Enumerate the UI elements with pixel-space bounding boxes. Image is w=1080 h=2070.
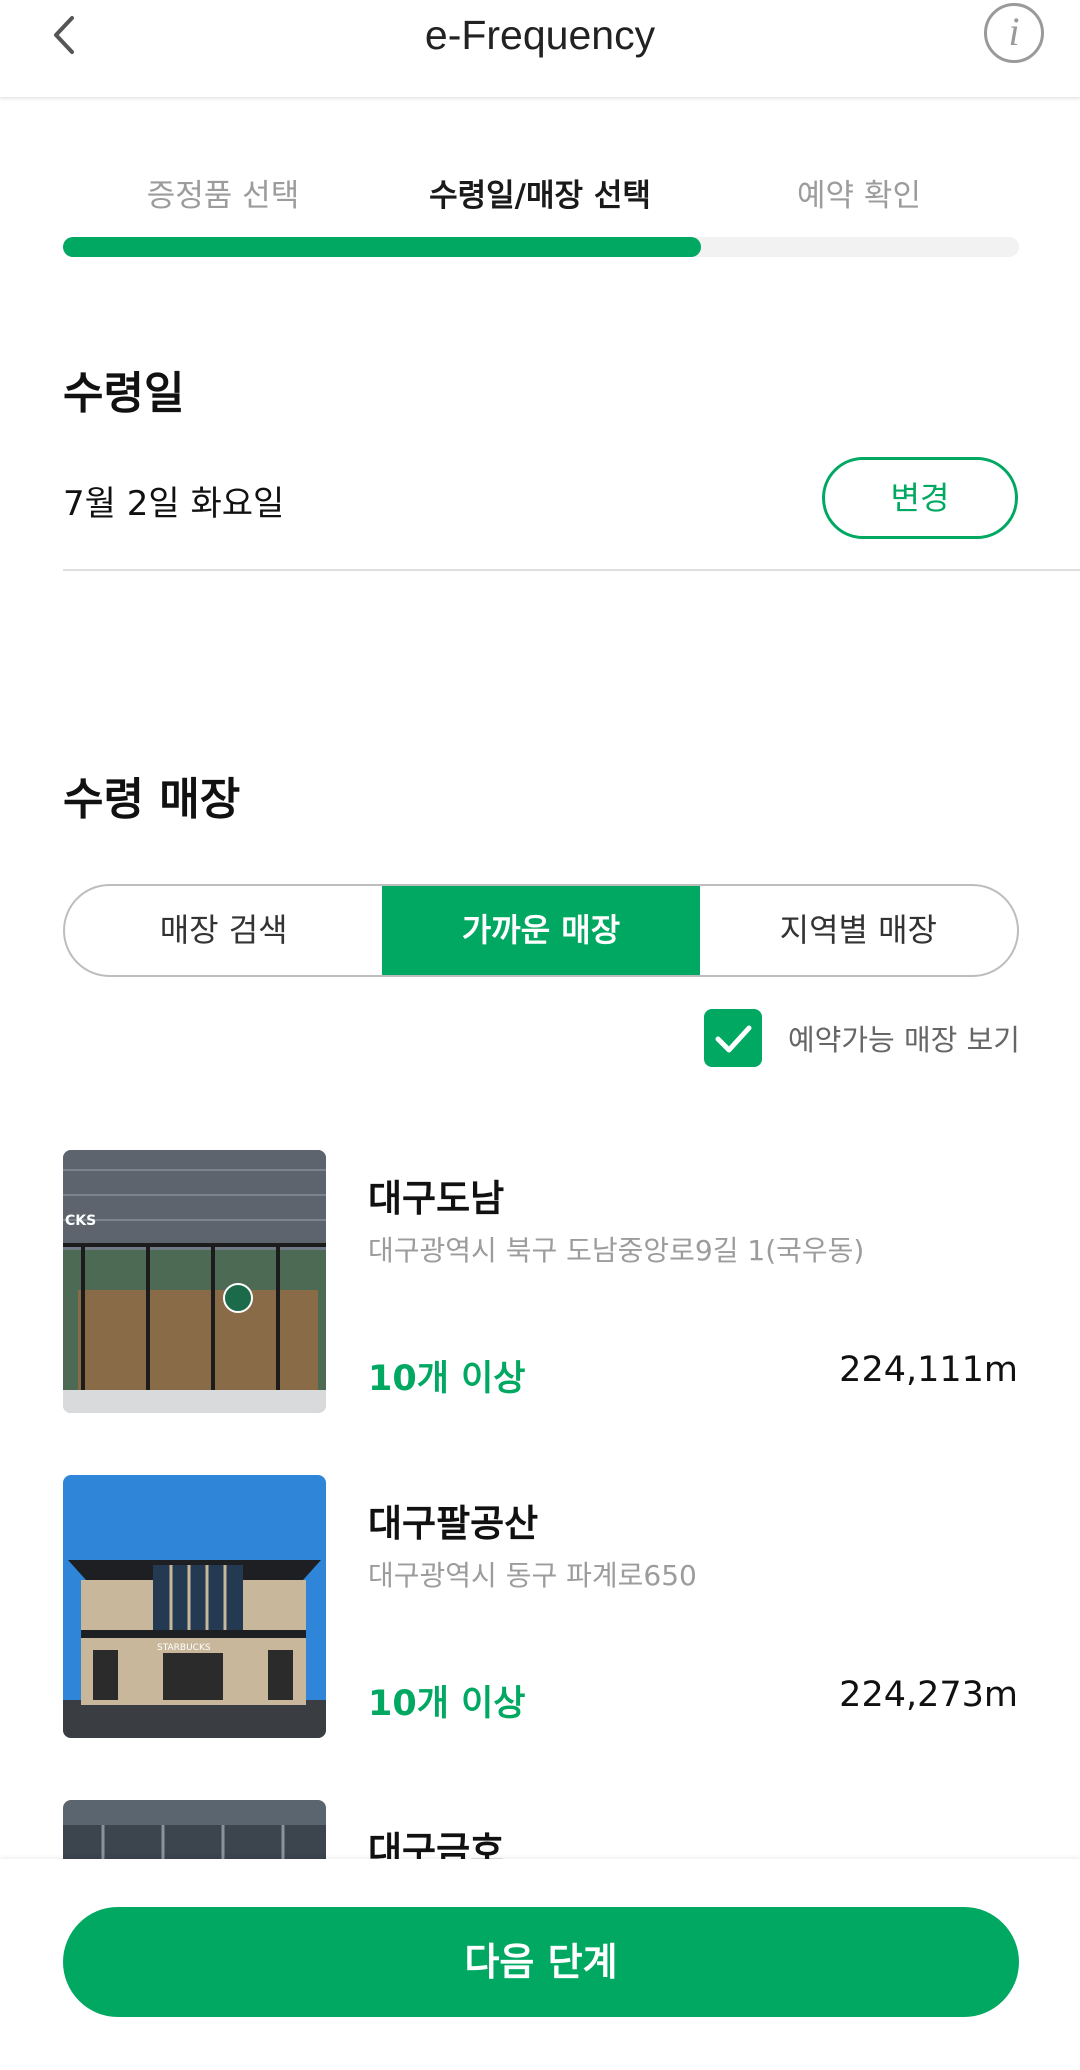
top-app-bar: e-Frequency i — [0, 0, 1080, 97]
store-address: 대구광역시 북구 도남중앙로9길 1(국우동) — [368, 1234, 865, 1267]
pickup-store-title: 수령 매장 — [63, 774, 241, 825]
pickup-date-value: 7월 2일 화요일 — [63, 484, 285, 524]
available-only-checkbox[interactable] — [704, 1009, 762, 1067]
store-stock: 10개 이상 — [368, 1684, 526, 1724]
checkmark-icon — [715, 1025, 752, 1053]
store-address: 대구광역시 동구 파계로650 — [368, 1559, 697, 1592]
svg-text:CKS: CKS — [65, 1213, 96, 1229]
tab-store-search[interactable]: 매장 검색 — [65, 886, 382, 975]
store-distance: 224,111m — [839, 1350, 1018, 1390]
store-name[interactable]: 대구도남 — [368, 1168, 504, 1222]
info-icon[interactable]: i — [984, 3, 1044, 63]
progress-fill — [63, 237, 701, 257]
step-confirm: 예약 확인 — [797, 178, 921, 214]
tab-region-stores[interactable]: 지역별 매장 — [700, 886, 1017, 975]
step-gift-select: 증정품 선택 — [146, 178, 300, 214]
available-only-label: 예약가능 매장 보기 — [788, 1023, 1020, 1057]
progress-track — [63, 237, 1019, 257]
next-step-button[interactable]: 다음 단계 — [63, 1907, 1019, 2017]
store-distance: 224,273m — [839, 1675, 1018, 1715]
step-date-store-select: 수령일/매장 선택 — [429, 178, 651, 214]
store-name[interactable]: 대구팔공산 — [368, 1493, 538, 1547]
store-image[interactable]: CKS — [63, 1150, 326, 1413]
page-title: e-Frequency — [424, 12, 656, 58]
store-stock: 10개 이상 — [368, 1359, 526, 1399]
store-tab-group: 매장 검색 가까운 매장 지역별 매장 — [63, 884, 1019, 977]
divider — [63, 569, 1080, 571]
svg-text:STARBUCKS: STARBUCKS — [157, 1643, 211, 1653]
pickup-date-title: 수령일 — [63, 368, 185, 419]
change-date-button[interactable]: 변경 — [822, 457, 1018, 539]
tab-nearby-stores[interactable]: 가까운 매장 — [382, 886, 700, 975]
store-image[interactable]: STARBUCKS — [63, 1475, 326, 1738]
